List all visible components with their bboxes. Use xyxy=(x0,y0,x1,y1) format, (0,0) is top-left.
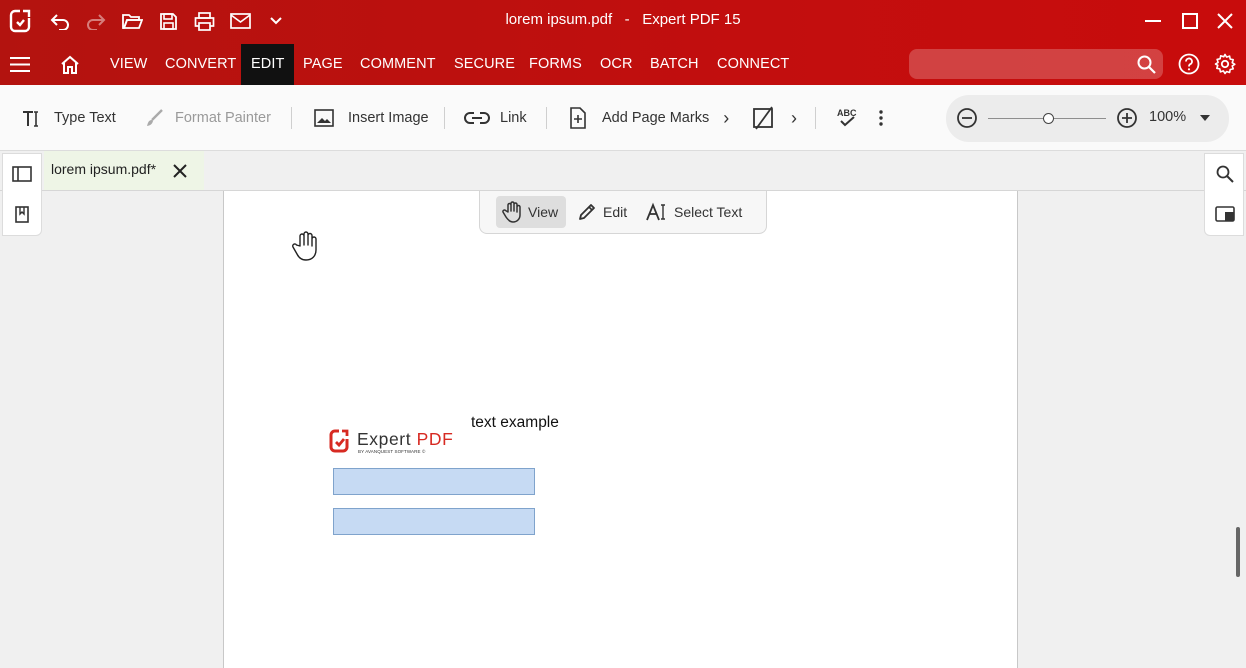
save-icon[interactable] xyxy=(156,10,180,32)
app-logo-icon[interactable] xyxy=(8,8,32,34)
ribbon-separator xyxy=(444,107,445,129)
redact-button[interactable]: › xyxy=(751,85,797,151)
expert-pdf-logo-mark-icon xyxy=(329,429,349,453)
redo-icon[interactable] xyxy=(84,10,108,32)
left-side-panel xyxy=(2,153,42,236)
insert-image-button[interactable]: Insert Image xyxy=(313,85,429,151)
menu-page[interactable]: PAGE xyxy=(303,44,343,85)
menu-ocr[interactable]: OCR xyxy=(600,44,633,85)
find-search-icon[interactable] xyxy=(1214,164,1236,184)
logo-word-accent: PDF xyxy=(416,429,454,449)
spellcheck-icon[interactable]: ABC xyxy=(835,106,861,130)
form-text-field-2[interactable] xyxy=(333,508,535,535)
zoom-out-icon[interactable] xyxy=(955,106,979,130)
file-name: lorem ipsum.pdf xyxy=(505,11,613,28)
menu-forms[interactable]: FORMS xyxy=(529,44,582,85)
type-text-button[interactable]: Type Text xyxy=(22,85,116,151)
link-icon xyxy=(464,111,490,125)
chevron-down-icon[interactable] xyxy=(266,12,286,30)
insert-image-label: Insert Image xyxy=(348,110,429,126)
logo-wordmark: Expert PDF xyxy=(357,429,453,450)
document-tab-label: lorem ipsum.pdf* xyxy=(51,161,157,177)
select-text-mode-label: Select Text xyxy=(674,204,743,220)
vertical-scrollbar-thumb[interactable] xyxy=(1236,527,1240,577)
image-icon xyxy=(313,108,335,128)
ribbon-separator xyxy=(546,107,547,129)
undo-icon[interactable] xyxy=(48,10,72,32)
menu-batch[interactable]: BATCH xyxy=(650,44,699,85)
menu-bar: VIEW CONVERT EDIT PAGE COMMENT SECURE FO… xyxy=(0,44,1246,85)
document-tab-strip: lorem ipsum.pdf* xyxy=(0,151,1246,191)
zoom-in-icon[interactable] xyxy=(1115,106,1139,130)
form-text-field-1[interactable] xyxy=(333,468,535,495)
add-page-marks-button[interactable]: Add Page Marks › xyxy=(568,85,729,151)
minimize-icon[interactable] xyxy=(1141,10,1165,32)
menu-comment[interactable]: COMMENT xyxy=(360,44,436,85)
settings-gear-icon[interactable] xyxy=(1213,53,1237,75)
hand-cursor-icon xyxy=(290,229,320,263)
ribbon-separator xyxy=(815,107,816,129)
zoom-dropdown-icon[interactable] xyxy=(1196,110,1214,126)
redact-icon xyxy=(751,106,775,130)
open-folder-icon[interactable] xyxy=(120,10,144,32)
type-text-icon xyxy=(22,109,44,127)
print-icon[interactable] xyxy=(192,10,216,32)
bookmark-icon[interactable] xyxy=(11,204,33,224)
home-icon[interactable] xyxy=(58,53,82,75)
select-text-mode-button[interactable]: Select Text xyxy=(646,196,742,228)
svg-text:ABC: ABC xyxy=(837,108,857,118)
ribbon-separator xyxy=(291,107,292,129)
panel-view-icon[interactable] xyxy=(1214,204,1236,224)
menu-edit[interactable]: EDIT xyxy=(241,44,295,85)
close-window-icon[interactable] xyxy=(1213,10,1237,32)
maximize-icon[interactable] xyxy=(1178,10,1202,32)
paintbrush-icon xyxy=(143,108,165,128)
link-button[interactable]: Link xyxy=(464,85,527,151)
view-mode-button[interactable]: View xyxy=(496,196,567,228)
menu-convert[interactable]: CONVERT xyxy=(165,44,236,85)
mail-icon[interactable] xyxy=(228,10,252,32)
logo-tagline: BY AVANQUEST SOFTWARE © xyxy=(358,449,426,454)
help-icon[interactable] xyxy=(1177,53,1201,75)
app-name: Expert PDF 15 xyxy=(642,11,741,28)
sidebar-toggle-icon[interactable] xyxy=(11,164,33,184)
pencil-icon xyxy=(577,202,597,222)
edit-mode-label: Edit xyxy=(603,204,628,220)
format-painter-label: Format Painter xyxy=(175,110,271,126)
type-text-label: Type Text xyxy=(54,110,116,126)
text-example[interactable]: text example xyxy=(471,414,559,432)
link-label: Link xyxy=(500,110,527,126)
title-separator: - xyxy=(624,11,630,28)
menu-view[interactable]: VIEW xyxy=(110,44,147,85)
edit-mode-button[interactable]: Edit xyxy=(577,196,627,228)
more-options-icon[interactable] xyxy=(871,106,891,130)
close-tab-icon[interactable] xyxy=(171,162,189,180)
chevron-right-icon[interactable]: › xyxy=(791,108,797,129)
zoom-level[interactable]: 100% xyxy=(1149,109,1186,125)
add-page-marks-label: Add Page Marks xyxy=(602,110,710,126)
search-input[interactable] xyxy=(909,49,1163,79)
hamburger-menu-icon[interactable] xyxy=(8,53,32,75)
mode-toolbar: View Edit Select Text xyxy=(479,191,767,234)
view-mode-label: View xyxy=(528,204,559,220)
menu-secure[interactable]: SECURE xyxy=(454,44,515,85)
expert-pdf-logo: Expert PDF BY AVANQUEST SOFTWARE © xyxy=(328,427,468,457)
format-painter-button[interactable]: Format Painter xyxy=(143,85,271,151)
search-icon[interactable] xyxy=(1134,53,1158,75)
document-tab[interactable]: lorem ipsum.pdf* xyxy=(44,151,204,190)
page-plus-icon xyxy=(568,107,588,129)
text-cursor-icon xyxy=(646,202,668,222)
chevron-right-icon[interactable]: › xyxy=(723,108,729,129)
edit-ribbon: Type Text Format Painter Insert Image Li… xyxy=(0,85,1246,151)
zoom-slider-thumb[interactable] xyxy=(1043,113,1054,124)
hand-icon xyxy=(502,201,522,223)
logo-word-main: Expert xyxy=(357,429,412,449)
title-bar: lorem ipsum.pdf - Expert PDF 15 xyxy=(0,0,1246,44)
right-side-panel xyxy=(1204,153,1244,236)
menu-connect[interactable]: CONNECT xyxy=(717,44,789,85)
window-title: lorem ipsum.pdf - Expert PDF 15 xyxy=(0,11,1246,28)
